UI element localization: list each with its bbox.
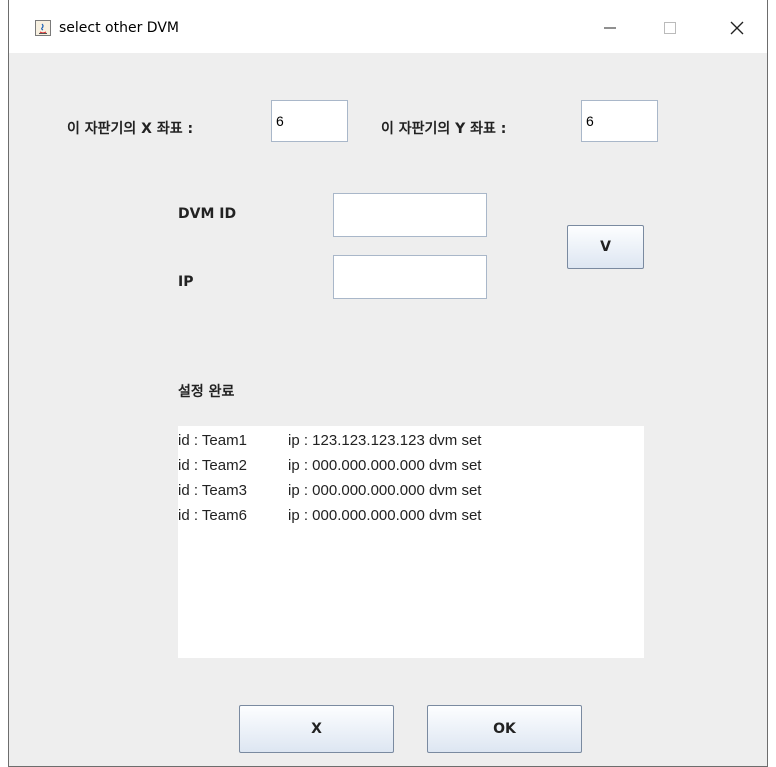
y-coord-label: 이 자판기의 Y 좌표 : [381, 121, 507, 137]
log-ip: ip : 000.000.000.000 dvm set [288, 457, 482, 474]
log-ip: ip : 000.000.000.000 dvm set [288, 482, 482, 499]
java-icon [35, 20, 51, 36]
minimize-button[interactable] [587, 8, 633, 48]
select-dvm-window: select other DVM 이 자판기의 X 좌표 : 6 이 자판기의 … [8, 0, 768, 767]
list-item: id : Team3 ip : 000.000.000.000 dvm set [178, 478, 644, 503]
x-coord-input[interactable]: 6 [271, 100, 348, 142]
ok-button[interactable]: OK [427, 705, 582, 753]
maximize-button[interactable] [647, 8, 693, 48]
list-item: id : Team2 ip : 000.000.000.000 dvm set [178, 453, 644, 478]
log-ip: ip : 123.123.123.123 dvm set [288, 432, 482, 449]
log-ip: ip : 000.000.000.000 dvm set [288, 507, 482, 524]
result-log[interactable]: id : Team1 ip : 123.123.123.123 dvm set i… [178, 426, 644, 658]
cancel-button[interactable]: X [239, 705, 394, 753]
title-bar[interactable]: select other DVM [9, 0, 767, 53]
result-title: 설정 완료 [178, 384, 235, 400]
list-item: id : Team1 ip : 123.123.123.123 dvm set [178, 428, 644, 453]
log-id: id : Team3 [178, 482, 247, 499]
log-id: id : Team6 [178, 507, 247, 524]
list-item: id : Team6 ip : 000.000.000.000 dvm set [178, 503, 644, 528]
log-id: id : Team1 [178, 432, 247, 449]
dvm-id-input[interactable] [333, 193, 487, 237]
y-coord-input[interactable]: 6 [581, 100, 658, 142]
dvm-id-label: DVM ID [178, 206, 237, 222]
log-id: id : Team2 [178, 457, 247, 474]
x-coord-label: 이 자판기의 X 좌표 : [67, 121, 194, 137]
ip-label: IP [178, 274, 194, 290]
confirm-v-button[interactable]: V [567, 225, 644, 269]
close-button[interactable] [714, 8, 760, 48]
ip-input[interactable] [333, 255, 487, 299]
window-title: select other DVM [59, 20, 179, 36]
